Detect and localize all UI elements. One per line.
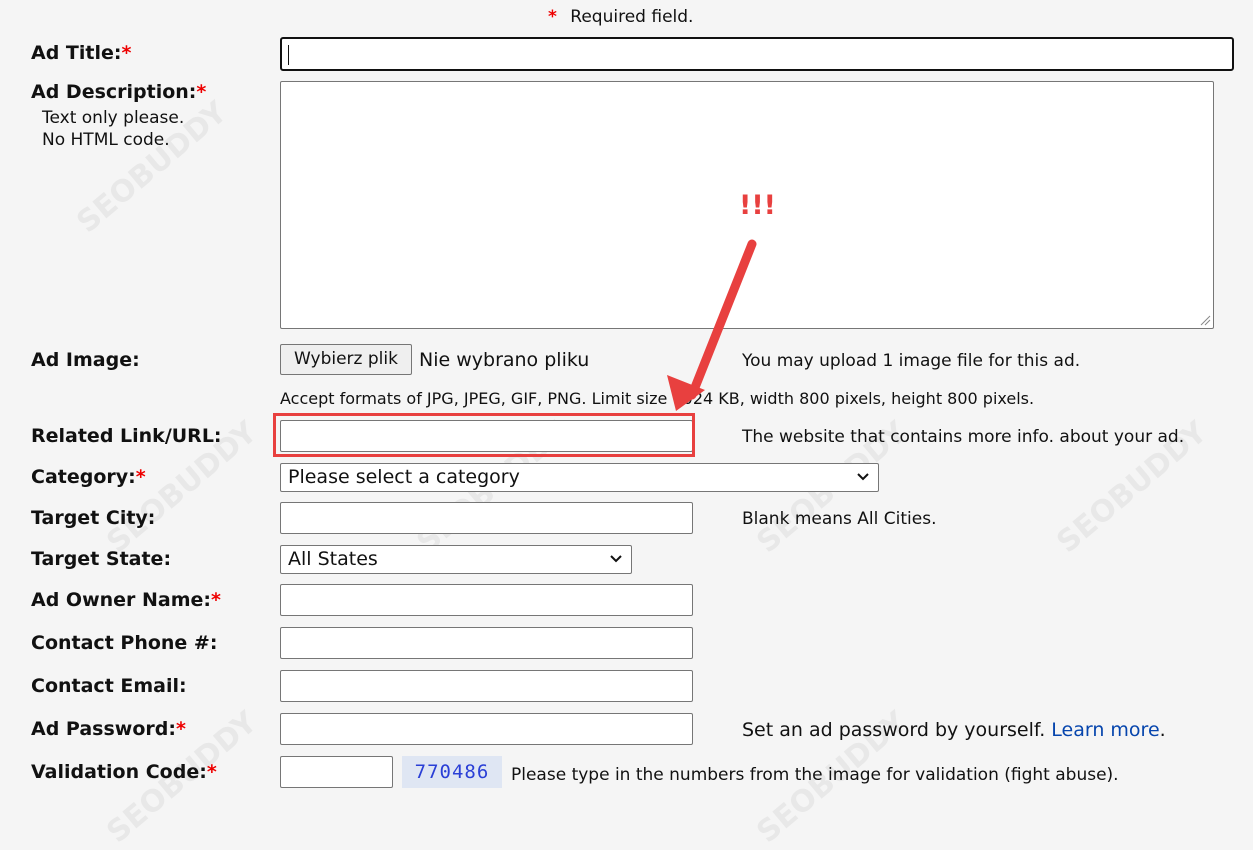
ad-password-label: Ad Password:*	[31, 718, 186, 740]
validation-code-note: Please type in the numbers from the imag…	[511, 765, 1119, 785]
highlight-box	[273, 413, 695, 457]
required-note-text: Required field.	[570, 7, 694, 27]
target-city-note: Blank means All Cities.	[742, 509, 937, 529]
target-state-label: Target State:	[31, 548, 172, 570]
ad-password-input[interactable]	[280, 713, 693, 745]
resize-handle-icon[interactable]	[1199, 314, 1211, 326]
ad-image-formats: Accept formats of JPG, JPEG, GIF, PNG. L…	[280, 389, 1035, 408]
contact-phone-input[interactable]	[280, 627, 693, 659]
ad-title-input[interactable]	[280, 37, 1234, 71]
chevron-down-icon	[856, 464, 870, 501]
ad-description-hint: Text only please. No HTML code.	[42, 108, 185, 150]
file-status: Nie wybrano pliku	[419, 349, 590, 371]
ad-description-label: Ad Description:*	[31, 81, 207, 103]
learn-more-link[interactable]: Learn more	[1051, 719, 1159, 741]
contact-email-label: Contact Email:	[31, 675, 187, 697]
annotation-exclaim: !!!	[739, 190, 776, 221]
ad-title-label: Ad Title:*	[31, 42, 132, 64]
target-city-input[interactable]	[280, 502, 693, 534]
text-cursor	[288, 45, 289, 65]
related-link-note: The website that contains more info. abo…	[742, 427, 1185, 447]
target-state-selected: All States	[288, 548, 378, 570]
target-state-select[interactable]: All States	[280, 545, 632, 574]
target-city-label: Target City:	[31, 507, 156, 529]
related-link-label: Related Link/URL:	[31, 425, 222, 447]
chevron-down-icon	[609, 546, 623, 583]
required-field-note: * Required field.	[548, 7, 693, 27]
ad-image-note: You may upload 1 image file for this ad.	[742, 351, 1081, 371]
ad-owner-name-label: Ad Owner Name:*	[31, 589, 221, 611]
captcha-image: 770486	[402, 756, 502, 788]
choose-file-button[interactable]: Wybierz plik	[280, 344, 412, 375]
ad-image-label: Ad Image:	[31, 349, 140, 371]
contact-phone-label: Contact Phone #:	[31, 632, 218, 654]
ad-owner-name-input[interactable]	[280, 584, 693, 616]
category-label: Category:*	[31, 466, 146, 488]
category-select[interactable]: Please select a category	[280, 463, 879, 492]
contact-email-input[interactable]	[280, 670, 693, 702]
required-star: *	[548, 7, 557, 27]
validation-code-input[interactable]	[280, 756, 393, 788]
validation-code-label: Validation Code:*	[31, 761, 217, 783]
ad-password-note: Set an ad password by yourself. Learn mo…	[742, 719, 1166, 741]
category-selected: Please select a category	[288, 466, 520, 488]
